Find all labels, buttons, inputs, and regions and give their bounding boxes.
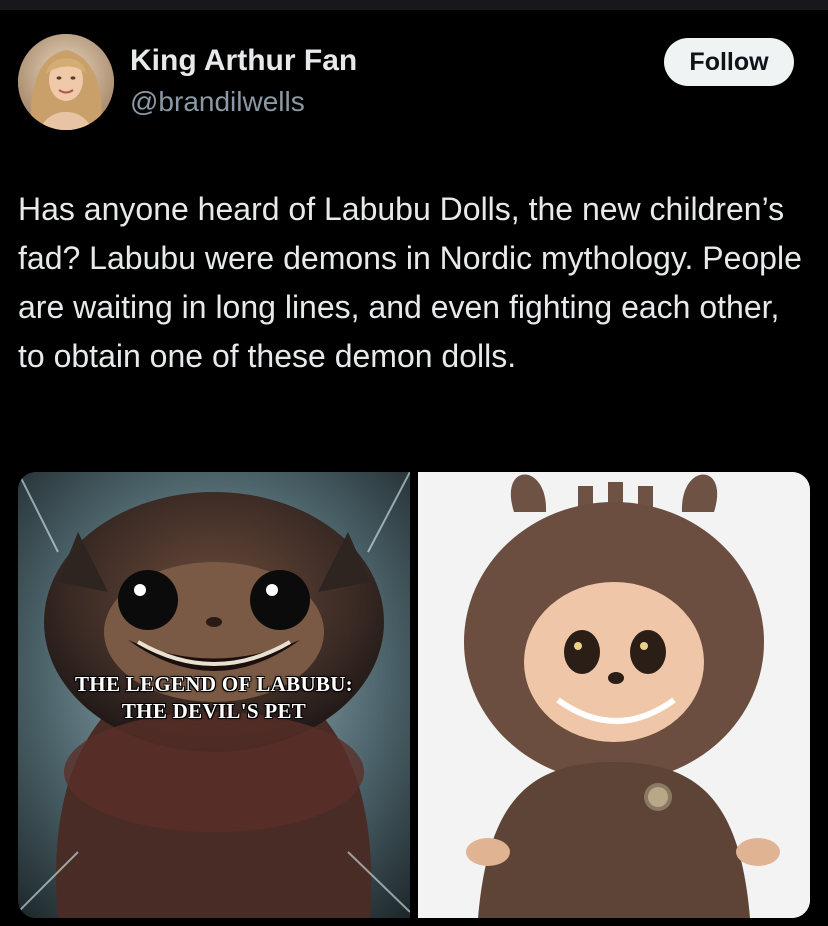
plush-doll-illustration (418, 472, 810, 918)
tweet-media[interactable]: THE LEGEND OF LABUBU: THE DEVIL'S PET (18, 472, 810, 918)
tweet-text: Has anyone heard of Labubu Dolls, the ne… (18, 191, 802, 374)
follow-button[interactable]: Follow (664, 38, 794, 86)
author-avatar[interactable] (18, 34, 114, 130)
avatar-image (18, 34, 114, 130)
meme-caption-line1: THE LEGEND OF LABUBU: (75, 672, 353, 696)
meme-image[interactable]: THE LEGEND OF LABUBU: THE DEVIL'S PET (18, 472, 410, 918)
doll-photo[interactable] (418, 472, 810, 918)
author-display-name[interactable]: King Arthur Fan (130, 44, 357, 78)
author-handle[interactable]: @brandilwells (130, 86, 305, 118)
top-bar (0, 0, 828, 10)
meme-caption-line2: THE DEVIL'S PET (121, 699, 307, 723)
